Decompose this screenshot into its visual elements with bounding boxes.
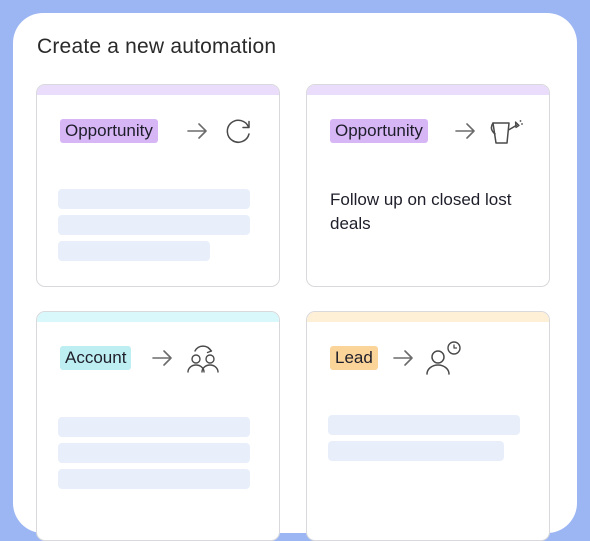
placeholder-line	[58, 241, 210, 261]
arrow-right-icon	[152, 350, 172, 366]
automation-panel: Create a new automation Opportunity Oppo…	[13, 13, 577, 541]
placeholder-line	[328, 415, 520, 435]
refresh-icon	[226, 119, 250, 143]
placeholder-line	[58, 469, 250, 489]
automation-card-lead[interactable]: Lead	[306, 311, 550, 541]
object-tag: Account	[60, 346, 132, 370]
users-sync-icon	[187, 345, 219, 373]
automation-card-opportunity-refresh[interactable]: Opportunity	[36, 84, 280, 287]
placeholder-line	[58, 417, 250, 437]
object-tag: Opportunity	[60, 119, 158, 143]
card-color-strip	[37, 312, 279, 322]
arrow-right-icon	[187, 123, 207, 139]
object-tag: Lead	[330, 346, 378, 370]
automation-card-account[interactable]: Account	[36, 311, 280, 541]
watering-can-icon	[490, 120, 523, 144]
card-color-strip	[307, 85, 549, 95]
card-color-strip	[307, 312, 549, 322]
arrow-right-icon	[455, 123, 475, 139]
card-color-strip	[37, 85, 279, 95]
page-title: Create a new automation	[37, 35, 277, 58]
automation-description: Follow up on closed lost deals	[330, 190, 512, 233]
placeholder-line	[328, 441, 504, 461]
automation-card-opportunity-follow-up[interactable]: Opportunity Follow up on closed lost dea…	[306, 84, 550, 287]
user-clock-icon	[426, 341, 461, 375]
arrow-right-icon	[393, 350, 413, 366]
placeholder-line	[58, 189, 250, 209]
object-tag: Opportunity	[330, 119, 428, 143]
placeholder-line	[58, 215, 250, 235]
placeholder-line	[58, 443, 250, 463]
